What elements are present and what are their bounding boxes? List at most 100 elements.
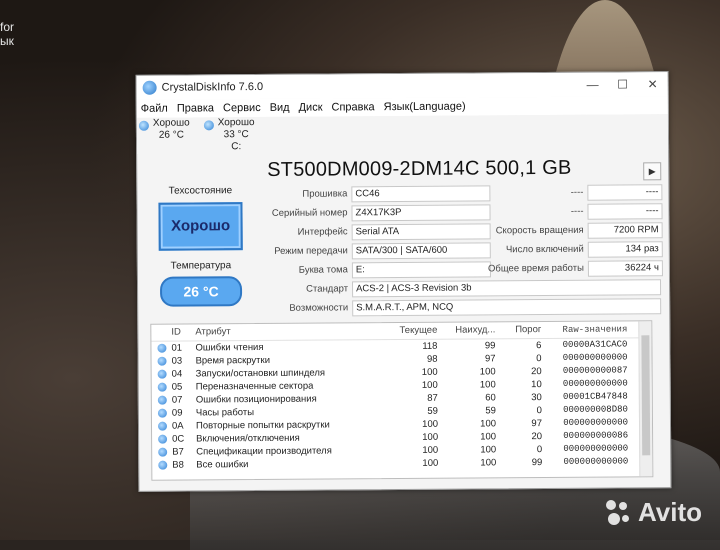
status-dot-icon xyxy=(152,459,172,472)
info-label: Режим передачи xyxy=(260,245,352,257)
attribute-name: Повторные попытки раскрутки xyxy=(196,418,386,432)
good-status-icon xyxy=(158,422,167,431)
drive-letter: C: xyxy=(218,141,255,153)
column-header-raw[interactable]: Raw-значения xyxy=(541,321,635,338)
minimize-button[interactable]: — xyxy=(578,78,608,92)
attribute-current: 100 xyxy=(386,457,438,470)
attribute-name: Часы работы xyxy=(196,405,386,419)
attribute-raw: 00000A31CAC0 xyxy=(541,338,635,352)
status-dot-icon xyxy=(152,433,172,446)
attribute-threshold: 0 xyxy=(496,443,542,456)
attribute-id: 0A xyxy=(172,419,196,432)
attribute-current: 87 xyxy=(386,392,438,405)
drive-status-icon xyxy=(204,120,214,130)
drive-temp: 26 °C xyxy=(153,129,190,141)
attribute-raw: 000000000086 xyxy=(542,429,636,443)
disk-model-title: ST500DM009-2DM14C 500,1 GB xyxy=(267,157,571,182)
attribute-current: 100 xyxy=(386,418,438,431)
good-status-icon xyxy=(158,370,167,379)
column-header-threshold[interactable]: Порог xyxy=(495,322,541,338)
status-dot-icon xyxy=(152,355,172,368)
attribute-worst: 97 xyxy=(437,352,495,365)
stat-value: ---- xyxy=(587,203,662,220)
temperature-label: Температура xyxy=(146,260,256,272)
close-button[interactable]: ✕ xyxy=(638,77,668,91)
menu-edit[interactable]: Правка xyxy=(177,102,214,114)
menu-file[interactable]: Файл xyxy=(141,103,168,115)
drive-tab-2[interactable]: Хорошо 33 °C C: xyxy=(204,117,255,153)
column-header-worst[interactable]: Наихуд... xyxy=(437,322,495,338)
next-disk-button[interactable]: ▶ xyxy=(643,162,661,180)
smart-table-body: 01Ошибки чтения11899600000A31CAC003Время… xyxy=(151,338,652,471)
attribute-name: Ошибки позиционирования xyxy=(196,392,386,406)
status-dot-icon xyxy=(152,446,172,459)
good-status-icon xyxy=(158,409,167,418)
stat-row-2: ---- ---- xyxy=(467,201,662,221)
column-header-current[interactable]: Текущее xyxy=(385,323,437,339)
menu-help[interactable]: Справка xyxy=(331,101,374,113)
attribute-current: 100 xyxy=(386,379,438,392)
desktop-label-2: ык xyxy=(0,34,14,48)
attribute-name: Включения/отключения xyxy=(196,431,386,445)
status-dot-icon xyxy=(152,394,172,407)
menu-disk[interactable]: Диск xyxy=(299,102,323,114)
attribute-id: B7 xyxy=(172,445,196,458)
menu-language[interactable]: Язык(Language) xyxy=(384,101,466,114)
health-status-button[interactable]: Хорошо xyxy=(158,202,242,251)
desktop-label-1: for xyxy=(0,20,14,34)
smart-table-scrollbar[interactable] xyxy=(638,321,652,476)
window-title: CrystalDiskInfo 7.6.0 xyxy=(162,81,264,94)
good-status-icon xyxy=(158,383,167,392)
attribute-raw: 000000000087 xyxy=(542,364,636,378)
menu-view[interactable]: Вид xyxy=(270,102,290,114)
temperature-button[interactable]: 26 °C xyxy=(160,276,242,307)
menu-service[interactable]: Сервис xyxy=(223,102,261,114)
attribute-id: 05 xyxy=(172,380,196,393)
attribute-raw: 00001CB47848 xyxy=(542,390,636,404)
column-header-attribute[interactable]: Атрибут xyxy=(195,323,385,340)
attribute-name: Запуски/остановки шпинделя xyxy=(196,366,386,380)
status-dot-icon xyxy=(152,420,172,433)
attribute-current: 100 xyxy=(386,444,438,457)
avito-wordmark: Avito xyxy=(638,497,702,528)
good-status-icon xyxy=(158,448,167,457)
column-header-id[interactable]: ID xyxy=(171,324,195,340)
maximize-button[interactable]: ☐ xyxy=(608,77,638,91)
stat-value: ---- xyxy=(587,184,662,201)
good-status-icon xyxy=(158,396,167,405)
drive-tab-1[interactable]: Хорошо 26 °C xyxy=(139,117,190,153)
attribute-raw: 000000008D80 xyxy=(542,403,636,417)
avito-watermark: Avito xyxy=(606,497,702,528)
attribute-threshold: 99 xyxy=(496,456,542,469)
stat-row-power-count: Число включений 134 раз xyxy=(468,239,663,259)
attribute-current: 118 xyxy=(385,340,437,353)
stat-label: ---- xyxy=(467,206,587,218)
drive-status: Хорошо xyxy=(218,117,255,129)
info-row-features: Возможности S.M.A.R.T., APM, NCQ xyxy=(260,296,661,318)
attribute-worst: 100 xyxy=(438,456,496,469)
table-row[interactable]: B8Все ошибки10010099000000000000 xyxy=(152,455,652,471)
attribute-threshold: 6 xyxy=(495,339,541,352)
info-value: ACS-2 | ACS-3 Revision 3b xyxy=(352,279,661,297)
attribute-threshold: 30 xyxy=(496,391,542,404)
info-label: Серийный номер xyxy=(259,207,351,219)
attribute-id: 09 xyxy=(172,406,196,419)
status-dot-icon xyxy=(151,342,171,355)
attribute-raw: 000000000000 xyxy=(542,416,636,430)
scrollbar-thumb[interactable] xyxy=(641,335,650,455)
avito-logo-icon xyxy=(606,500,632,526)
info-label: Стандарт xyxy=(260,283,352,295)
title-bar: CrystalDiskInfo 7.6.0 — ☐ ✕ xyxy=(137,72,668,100)
attribute-threshold: 97 xyxy=(496,417,542,430)
attribute-name: Ошибки чтения xyxy=(195,340,385,354)
good-status-icon xyxy=(158,357,167,366)
drive-temp: 33 °C xyxy=(218,129,255,141)
crystaldiskinfo-window: CrystalDiskInfo 7.6.0 — ☐ ✕ Файл Правка … xyxy=(136,71,672,492)
health-panel: Техсостояние Хорошо Температура 26 °C xyxy=(145,185,256,307)
attribute-current: 100 xyxy=(386,366,438,379)
stat-label: Общее время работы xyxy=(468,263,588,275)
stat-row-1: ---- ---- xyxy=(467,182,662,202)
app-disk-icon xyxy=(143,81,157,95)
stat-value: 134 раз xyxy=(588,241,663,258)
stat-label: ---- xyxy=(467,187,587,199)
